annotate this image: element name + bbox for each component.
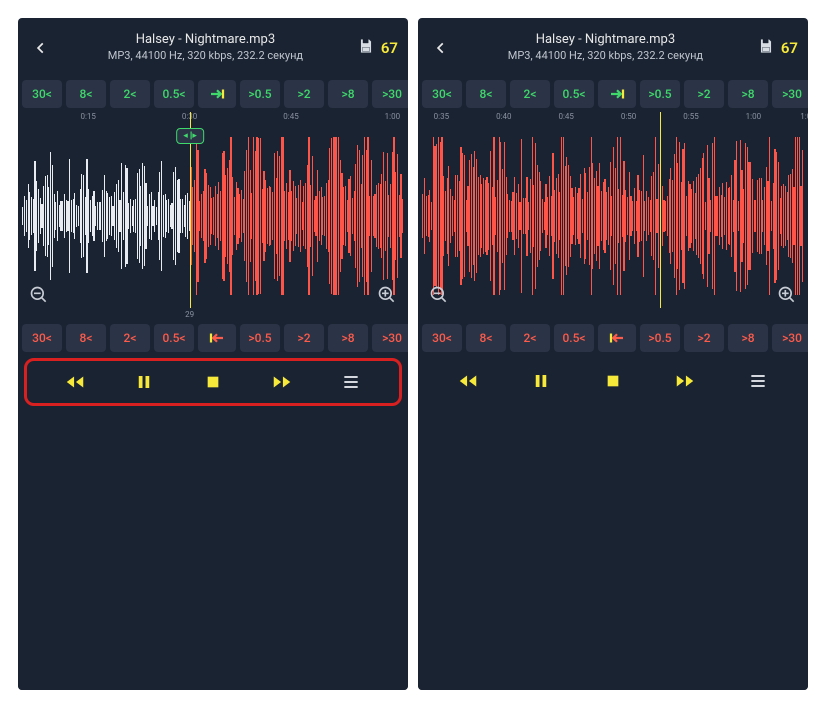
pause-button[interactable] [523, 363, 559, 399]
seek-button[interactable]: >0.5 [640, 324, 680, 352]
transport-bar [418, 356, 808, 406]
file-subtitle: MP3, 44100 Hz, 320 kbps, 232.2 секунд [54, 49, 357, 63]
seek-button[interactable]: >0.5 [240, 324, 280, 352]
rewind-button[interactable] [57, 364, 93, 400]
seek-button[interactable]: 30< [422, 80, 462, 108]
playhead[interactable]: ◂|||▸ [190, 112, 191, 308]
seek-button[interactable]: >2 [284, 324, 324, 352]
time-tick: 0:15 [80, 112, 95, 121]
time-tick: 0:35 [434, 112, 449, 121]
seek-button[interactable]: 2< [510, 80, 550, 108]
stop-button[interactable] [195, 364, 231, 400]
header: Halsey - Nightmare.mp3 MP3, 44100 Hz, 32… [18, 18, 408, 78]
seek-button[interactable]: 0.5< [554, 80, 594, 108]
seek-center-end-icon[interactable] [198, 324, 236, 352]
seek-button[interactable]: 8< [466, 80, 506, 108]
save-count: 67 [381, 39, 398, 57]
back-button[interactable] [28, 35, 54, 61]
waveform [18, 126, 408, 306]
seek-button[interactable]: 30< [22, 80, 62, 108]
waveform-area[interactable]: 0:35 0:40 0:45 0:50 0:55 1:00 1:05 [418, 112, 808, 322]
rewind-button[interactable] [450, 363, 486, 399]
time-ruler-top: 0:150:300:451:00 [18, 112, 408, 126]
time-tick: 1:00 [746, 112, 761, 121]
time-tick: 0:45 [283, 112, 298, 121]
seek-button[interactable]: >30 [772, 80, 808, 108]
forward-button[interactable] [264, 364, 300, 400]
time-tick: 1:05 [800, 112, 808, 121]
waveform [418, 126, 808, 306]
time-tick: 1:00 [385, 112, 400, 121]
seek-button[interactable]: >8 [728, 80, 768, 108]
seek-button[interactable]: >30 [372, 324, 408, 352]
save-area[interactable]: 67 [357, 37, 398, 59]
playhead-bottom-tick: 29 [185, 310, 194, 319]
zoom-in-button[interactable] [774, 282, 800, 308]
seek-button[interactable]: 0.5< [154, 324, 194, 352]
seek-button[interactable]: 30< [22, 324, 62, 352]
phone-left: Halsey - Nightmare.mp3 MP3, 44100 Hz, 32… [18, 18, 408, 690]
seek-button[interactable]: >2 [684, 80, 724, 108]
time-tick: 0:50 [621, 112, 636, 121]
time-tick: 0:55 [683, 112, 698, 121]
playhead-marker-icon[interactable]: ◂|||▸ [176, 128, 204, 144]
seek-button[interactable]: 2< [110, 80, 150, 108]
seek-button[interactable]: 8< [466, 324, 506, 352]
pause-button[interactable] [126, 364, 162, 400]
header: Halsey - Nightmare.mp3 MP3, 44100 Hz, 32… [418, 18, 808, 78]
seek-button[interactable]: >0.5 [240, 80, 280, 108]
seek-button[interactable]: 30< [422, 324, 462, 352]
seek-center-end-icon[interactable] [598, 324, 636, 352]
seek-button[interactable]: >2 [284, 80, 324, 108]
stop-button[interactable] [595, 363, 631, 399]
phone-right: Halsey - Nightmare.mp3 MP3, 44100 Hz, 32… [418, 18, 808, 690]
seek-button[interactable]: >30 [772, 324, 808, 352]
seek-button[interactable]: >8 [728, 324, 768, 352]
save-area[interactable]: 67 [757, 37, 798, 59]
seek-center-start-icon[interactable] [598, 80, 636, 108]
seek-button[interactable]: 0.5< [554, 324, 594, 352]
seek-button[interactable]: >8 [328, 80, 368, 108]
seek-row-bottom: 30<8<2<0.5< >0.5>2>8>30 [418, 322, 808, 356]
transport-bar [24, 358, 402, 406]
seek-button[interactable]: 2< [510, 324, 550, 352]
seek-row-top: 30<8<2<0.5< >0.5>2>8>30 [418, 78, 808, 112]
zoom-out-button[interactable] [26, 282, 52, 308]
time-ruler-bottom: 29 [18, 310, 408, 322]
save-icon [757, 37, 775, 59]
time-tick: 0:40 [496, 112, 511, 121]
seek-button[interactable]: 0.5< [154, 80, 194, 108]
menu-button[interactable] [740, 363, 776, 399]
seek-row-bottom: 30<8<2<0.5< >0.5>2>8>30 [18, 322, 408, 356]
save-count: 67 [781, 39, 798, 57]
zoom-out-button[interactable] [426, 282, 452, 308]
file-subtitle: MP3, 44100 Hz, 320 kbps, 232.2 секунд [454, 49, 757, 63]
seek-button[interactable]: 8< [66, 324, 106, 352]
time-ruler-bottom [418, 310, 808, 322]
empty-space [418, 406, 808, 690]
zoom-in-button[interactable] [374, 282, 400, 308]
menu-button[interactable] [333, 364, 369, 400]
save-icon [357, 37, 375, 59]
seek-button[interactable]: >8 [328, 324, 368, 352]
seek-center-start-icon[interactable] [198, 80, 236, 108]
time-tick: 0:45 [558, 112, 573, 121]
time-ruler-top: 0:35 0:40 0:45 0:50 0:55 1:00 1:05 [418, 112, 808, 126]
back-button[interactable] [428, 35, 454, 61]
seek-button[interactable]: 8< [66, 80, 106, 108]
waveform-area[interactable]: 0:150:300:451:00 ◂|||▸ 29 [18, 112, 408, 322]
seek-button[interactable]: 2< [110, 324, 150, 352]
forward-button[interactable] [667, 363, 703, 399]
file-title: Halsey - Nightmare.mp3 [454, 32, 757, 49]
file-title: Halsey - Nightmare.mp3 [54, 32, 357, 49]
seek-button[interactable]: >30 [372, 80, 408, 108]
empty-space [18, 408, 408, 690]
seek-button[interactable]: >0.5 [640, 80, 680, 108]
playhead[interactable] [660, 112, 661, 308]
seek-row-top: 30<8<2<0.5< >0.5>2>8>30 [18, 78, 408, 112]
title-block: Halsey - Nightmare.mp3 MP3, 44100 Hz, 32… [454, 32, 757, 63]
title-block: Halsey - Nightmare.mp3 MP3, 44100 Hz, 32… [54, 32, 357, 63]
seek-button[interactable]: >2 [684, 324, 724, 352]
